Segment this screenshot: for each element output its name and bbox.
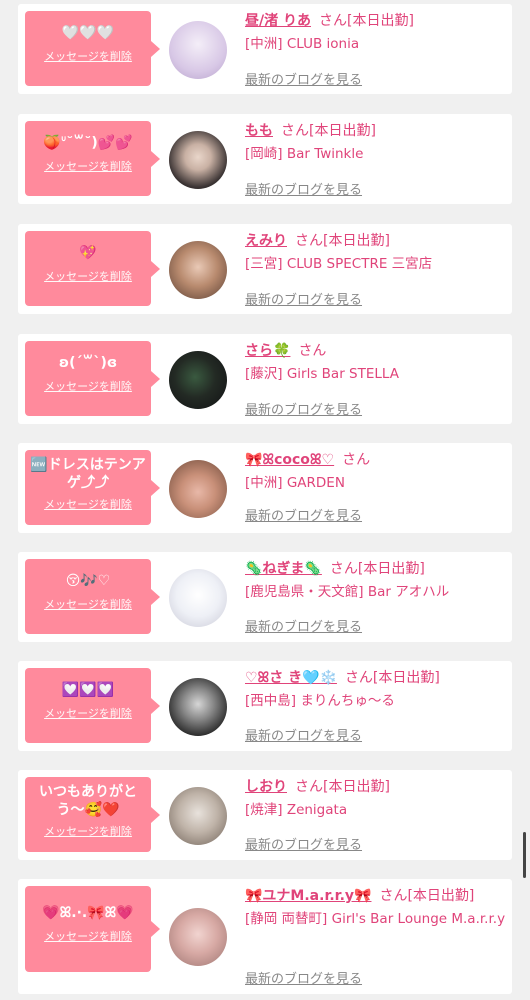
list-item: 🍑ᐡ˘꒳˘)💕💕 メッセージを削除 もも さん[本日出勤] [岡崎] Bar Tw… <box>18 114 512 204</box>
shop-name: [藤沢] Girls Bar STELLA <box>245 366 399 382</box>
cast-name-link[interactable]: さら🍀 <box>245 343 290 359</box>
san-status: さん <box>298 343 327 359</box>
cast-name-link[interactable]: しおり <box>245 779 287 795</box>
avatar[interactable] <box>169 21 227 79</box>
avatar[interactable] <box>169 351 227 409</box>
san-status: さん[本日出勤] <box>379 888 475 904</box>
avatar[interactable] <box>169 131 227 189</box>
avatar[interactable] <box>169 678 227 736</box>
list-item: 🤍🤍🤍 メッセージを削除 昼/渚 りあ さん[本日出勤] [中洲] CLUB io… <box>18 4 512 94</box>
latest-blog-link[interactable]: 最新のブログを見る <box>245 834 362 853</box>
message-text: 🍑ᐡ˘꒳˘)💕💕 <box>43 135 133 151</box>
list-item: いつもありがとう〜🥰❤️ メッセージを削除 しおり さん[本日出勤] [焼津] Z… <box>18 770 512 860</box>
message-bubble: 💗ꕤ.·.🎀ꕤ💗 メッセージを削除 <box>25 886 160 972</box>
cast-name-link[interactable]: えみり <box>245 233 287 249</box>
message-text: 💟💟💟 <box>61 682 115 698</box>
san-status: さん[本日出勤] <box>281 123 376 139</box>
scrollbar[interactable] <box>523 832 526 878</box>
latest-blog-link[interactable]: 最新のブログを見る <box>245 289 362 308</box>
latest-blog-link[interactable]: 最新のブログを見る <box>245 616 362 635</box>
shop-name: [鹿児島県・天文館] Bar アオハル <box>245 584 450 600</box>
latest-blog-link[interactable]: 最新のブログを見る <box>245 69 362 88</box>
list-item: 💟💟💟 メッセージを削除 ♡ꕤさ き🩵❄️ さん[本日出勤] [西中島] まりんち… <box>18 661 512 751</box>
latest-blog-link[interactable]: 最新のブログを見る <box>245 725 362 744</box>
list-item: 💗ꕤ.·.🎀ꕤ💗 メッセージを削除 🎀ユナM.a.r.r.y🎀 さん[本日出勤] … <box>18 879 512 994</box>
latest-blog-link[interactable]: 最新のブログを見る <box>245 399 362 418</box>
latest-blog-link[interactable]: 最新のブログを見る <box>245 968 362 987</box>
cast-name-link[interactable]: もも <box>245 123 273 139</box>
shop-name: [焼津] Zenigata <box>245 802 348 818</box>
shop-name: [中洲] CLUB ionia <box>245 36 360 52</box>
san-status: さん[本日出勤] <box>295 779 390 795</box>
cast-name-link[interactable]: 🦠ねぎま🦠 <box>245 561 322 577</box>
avatar[interactable] <box>169 241 227 299</box>
list-item: 💖 メッセージを削除 えみり さん[本日出勤] [三宮] CLUB SPECTRE… <box>18 224 512 314</box>
delete-message-link[interactable]: メッセージを削除 <box>29 378 147 394</box>
avatar[interactable] <box>169 787 227 845</box>
message-bubble: 💖 メッセージを削除 <box>25 231 160 306</box>
message-text: 💗ꕤ.·.🎀ꕤ💗 <box>42 905 134 921</box>
cast-name-link[interactable]: 🎀ꕤcocoꕤ♡ <box>245 452 334 468</box>
latest-blog-link[interactable]: 最新のブログを見る <box>245 505 362 524</box>
message-bubble: 💟💟💟 メッセージを削除 <box>25 668 160 743</box>
shop-name: [中洲] GARDEN <box>245 475 345 491</box>
san-status: さん[本日出勤] <box>295 233 390 249</box>
message-bubble: 😚🎶♡ メッセージを削除 <box>25 559 160 634</box>
avatar[interactable] <box>169 569 227 627</box>
message-text: いつもありがとう〜🥰❤️ <box>39 784 137 818</box>
san-status: さん[本日出勤] <box>344 670 440 686</box>
message-text: 🆕ドレスはテンアゲ⤴︎⤴︎ <box>30 457 146 491</box>
shop-name: [西中島] まりんちゅ〜る <box>245 693 395 709</box>
delete-message-link[interactable]: メッセージを削除 <box>29 596 147 612</box>
shop-name: [静岡 両替町] Girl's Bar Lounge M.a.r.r.y <box>245 911 506 927</box>
message-text: ʚ(ˊ꒳ˋ)ɞ <box>58 355 118 371</box>
message-bubble: 🆕ドレスはテンアゲ⤴︎⤴︎ メッセージを削除 <box>25 450 160 525</box>
delete-message-link[interactable]: メッセージを削除 <box>29 705 147 721</box>
delete-message-link[interactable]: メッセージを削除 <box>29 158 147 174</box>
cast-name-link[interactable]: 昼/渚 りあ <box>245 13 311 29</box>
message-bubble: いつもありがとう〜🥰❤️ メッセージを削除 <box>25 777 160 852</box>
message-text: 💖 <box>79 245 97 261</box>
message-bubble: 🍑ᐡ˘꒳˘)💕💕 メッセージを削除 <box>25 121 160 196</box>
message-text: 😚🎶♡ <box>65 573 111 589</box>
delete-message-link[interactable]: メッセージを削除 <box>29 928 147 944</box>
shop-name: [岡崎] Bar Twinkle <box>245 146 364 162</box>
delete-message-link[interactable]: メッセージを削除 <box>29 48 147 64</box>
avatar[interactable] <box>169 908 227 966</box>
message-text: 🤍🤍🤍 <box>61 25 115 41</box>
message-bubble: ʚ(ˊ꒳ˋ)ɞ メッセージを削除 <box>25 341 160 416</box>
list-item: 😚🎶♡ メッセージを削除 🦠ねぎま🦠 さん[本日出勤] [鹿児島県・天文館] Ba… <box>18 552 512 642</box>
delete-message-link[interactable]: メッセージを削除 <box>29 823 147 839</box>
latest-blog-link[interactable]: 最新のブログを見る <box>245 179 362 198</box>
san-status: さん[本日出勤] <box>329 561 425 577</box>
san-status: さん[本日出勤] <box>319 13 414 29</box>
shop-name: [三宮] CLUB SPECTRE 三宮店 <box>245 256 433 272</box>
avatar[interactable] <box>169 460 227 518</box>
list-item: 🆕ドレスはテンアゲ⤴︎⤴︎ メッセージを削除 🎀ꕤcocoꕤ♡ さん [中洲] G… <box>18 443 512 533</box>
delete-message-link[interactable]: メッセージを削除 <box>29 496 147 512</box>
cast-name-link[interactable]: ♡ꕤさ き🩵❄️ <box>245 670 337 686</box>
delete-message-link[interactable]: メッセージを削除 <box>29 268 147 284</box>
message-bubble: 🤍🤍🤍 メッセージを削除 <box>25 11 160 86</box>
san-status: さん <box>342 452 371 468</box>
list-item: ʚ(ˊ꒳ˋ)ɞ メッセージを削除 さら🍀 さん [藤沢] Girls Bar ST… <box>18 334 512 424</box>
cast-name-link[interactable]: 🎀ユナM.a.r.r.y🎀 <box>245 888 371 904</box>
